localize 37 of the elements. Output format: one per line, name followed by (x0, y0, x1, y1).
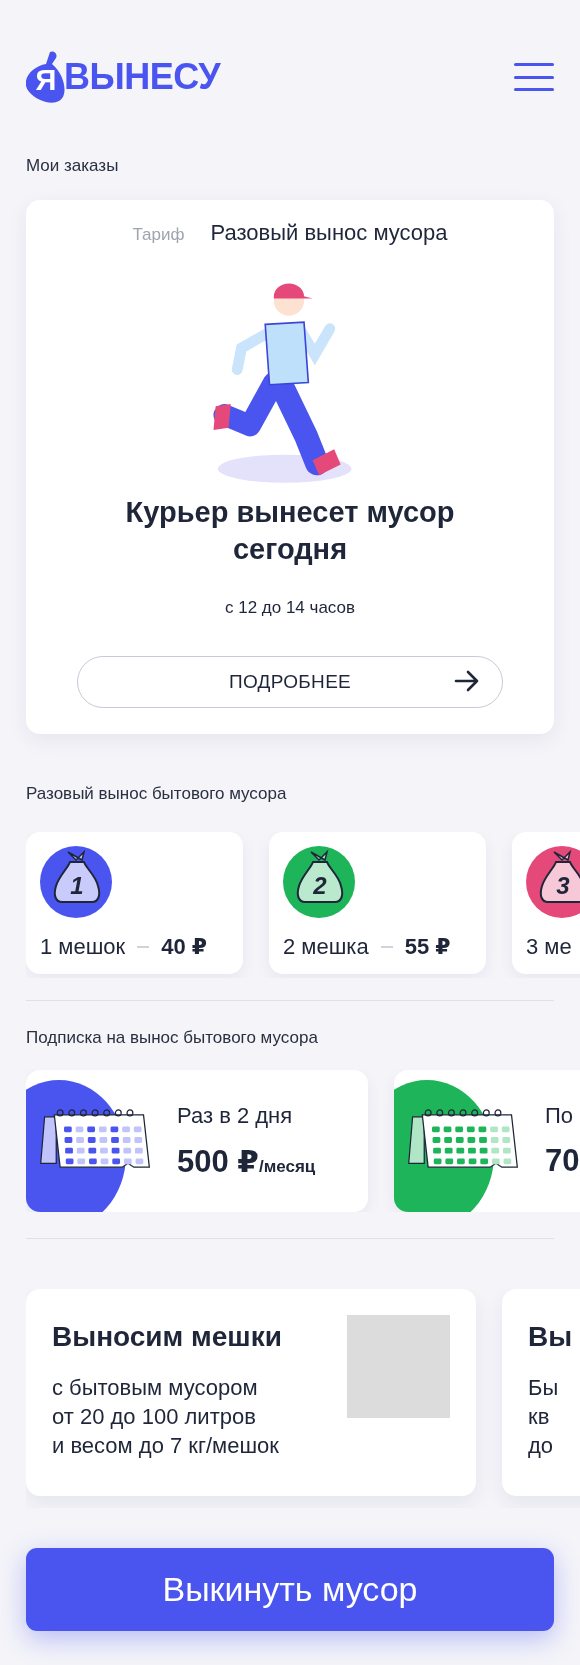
order-status: Курьер вынесет мусор сегодня (124, 495, 456, 567)
bag-option-card[interactable]: 2 2 мешка 55 ₽ (269, 832, 486, 974)
menu-button[interactable] (514, 63, 554, 91)
bag-count: 3 ме (526, 934, 572, 960)
bag-number: 2 (312, 872, 328, 900)
throw-out-button[interactable]: Выкинуть мусор (26, 1548, 554, 1631)
bag-count: 1 мешок (40, 934, 126, 960)
subscription-price: 500 ₽/месяц (177, 1142, 316, 1180)
dash-separator (380, 946, 393, 948)
info-title: Вы (528, 1321, 573, 1353)
section-title: Разовый вынос бытового мусора (26, 784, 288, 804)
subscription-card[interactable]: Раз в 2 дня 500 ₽/месяц (26, 1070, 368, 1212)
tariff-label: Тариф (132, 225, 185, 245)
info-text: Бы кв до (528, 1374, 560, 1460)
bag-number: 1 (69, 872, 85, 900)
subscription-frequency: По (545, 1103, 575, 1129)
bag-price: 40 ₽ (161, 934, 208, 960)
section-title: Подписка на вынос бытового мусора (26, 1028, 319, 1048)
bag-number: 3 (555, 872, 571, 900)
info-text: с бытовым мусором от 20 до 100 литров и весом до 7 кг/мешок (52, 1374, 280, 1460)
logo-text: ВЫНЕСУ (64, 56, 221, 99)
subscription-card[interactable]: По 70 (394, 1070, 580, 1212)
tariff-name: Разовый вынос мусора (210, 220, 448, 246)
section-title: Мои заказы (26, 156, 120, 176)
arrow-icon (454, 670, 480, 692)
delivery-time: с 12 до 14 часов (224, 598, 356, 618)
subscription-frequency: Раз в 2 дня (177, 1102, 294, 1129)
bag-price: 55 ₽ (404, 934, 451, 960)
bag-count: 2 мешка (283, 934, 369, 960)
subscription-price: 70 (545, 1143, 580, 1179)
info-title: Выносим мешки (52, 1321, 282, 1353)
logo[interactable]: Я ВЫНЕСУ (26, 50, 221, 104)
logo-mark: Я (26, 50, 66, 104)
dash-separator (137, 946, 150, 948)
bag-option-card[interactable]: 1 1 мешок 40 ₽ (26, 832, 243, 974)
bag-option-card[interactable]: 3 3 ме (512, 832, 580, 974)
details-button[interactable]: ПОДРОБНЕЕ (77, 656, 503, 708)
